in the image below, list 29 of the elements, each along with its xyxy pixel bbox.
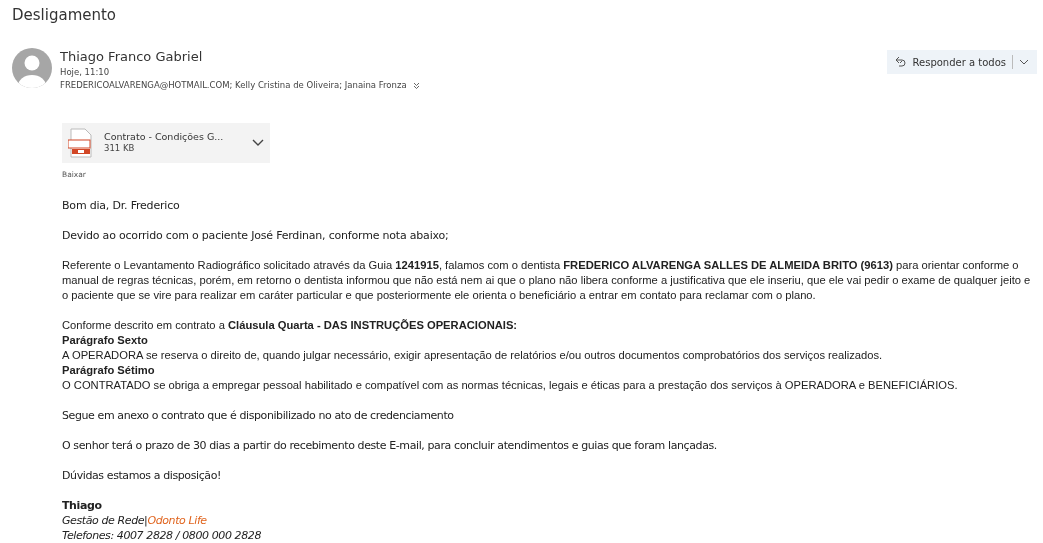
- sender-name: Thiago Franco Gabriel: [60, 48, 204, 66]
- signature-name: Thiago: [62, 498, 103, 513]
- body-text: A OPERADORA se reserva o direito de, quando julgar necessário, exigir apresentação de relatórios e/ou outros documentos comprobatórios dos serviços realizados.: [62, 348, 884, 363]
- email-subject: Desligamento: [12, 6, 118, 26]
- body-text: Bom dia, Dr. Frederico: [62, 198, 181, 213]
- section-heading: Parágrafo Sexto: [62, 333, 149, 348]
- body-text: Dúvidas estamos a disposição!: [62, 468, 223, 483]
- body-text: O CONTRATADO se obriga a empregar pessoal habilitado e compatível com as normas técnicas, legais e éticas para a prestação dos serviços à OPERADORA e BENEFICIÁRIOS.: [62, 378, 959, 393]
- reply-all-icon: [894, 56, 907, 68]
- reply-all-button[interactable]: Responder a todos: [886, 50, 1037, 74]
- section-heading: Parágrafo Sétimo: [62, 363, 156, 378]
- recipients-list: FREDERICOALVARENGA@HOTMAIL.COM; Kelly Cristina de Oliveira; Janaina Fronza: [60, 79, 407, 92]
- body-text: Conforme descrito em contrato a Cláusula Quarta - DAS INSTRUÇÕES OPERACIONAIS:: [62, 318, 519, 333]
- pdf-file-icon: [68, 128, 94, 158]
- avatar-icon: [12, 48, 52, 88]
- body-text: Referente o Levantamento Radiográfico solicitado através da Guia 1241915, falamos com o dentista FREDERICO ALVARENGA SALLES DE ALMEIDA BRITO (9613) para orientar conforme o manual de regras técnicas, porém, em retorno o dentista informou que não está nem ai que o plano não libera conforme a justificativa que ele inseriu, que ele vai pedir o exame de qualquer jeito e o paciente que se vire para realizar em caráter particular e que posteriormente ele orienta o beneficiário a entrar em contato para reclamar com o plano.: [62, 258, 1032, 303]
- sent-time: Hoje, 11:10: [60, 66, 111, 79]
- expand-icon[interactable]: [412, 81, 420, 90]
- attachment-name: Contrato - Condições G...: [104, 131, 225, 142]
- signature-role: Gestão de Rede|: [62, 513, 148, 528]
- signature-phones: Telefones: 4007 2828 / 0800 000 2828: [62, 528, 262, 543]
- body-text: O senhor terá o prazo de 30 dias a partir do recebimento deste E-mail, para concluir atendimentos e guias que foram lançadas.: [62, 438, 718, 453]
- attachment-card[interactable]: Contrato - Condições G... 311 KB: [62, 123, 270, 163]
- company-name: Odonto Life: [147, 513, 207, 528]
- body-text: Devido ao ocorrido com o paciente José Ferdinan, conforme nota abaixo;: [62, 228, 450, 243]
- chevron-down-icon[interactable]: [252, 139, 264, 147]
- chevron-down-icon: [1019, 58, 1029, 66]
- body-text: Segue em anexo o contrato que é disponibilizado no ato de credenciamento: [62, 408, 455, 423]
- attachment-size: 311 KB: [104, 142, 136, 155]
